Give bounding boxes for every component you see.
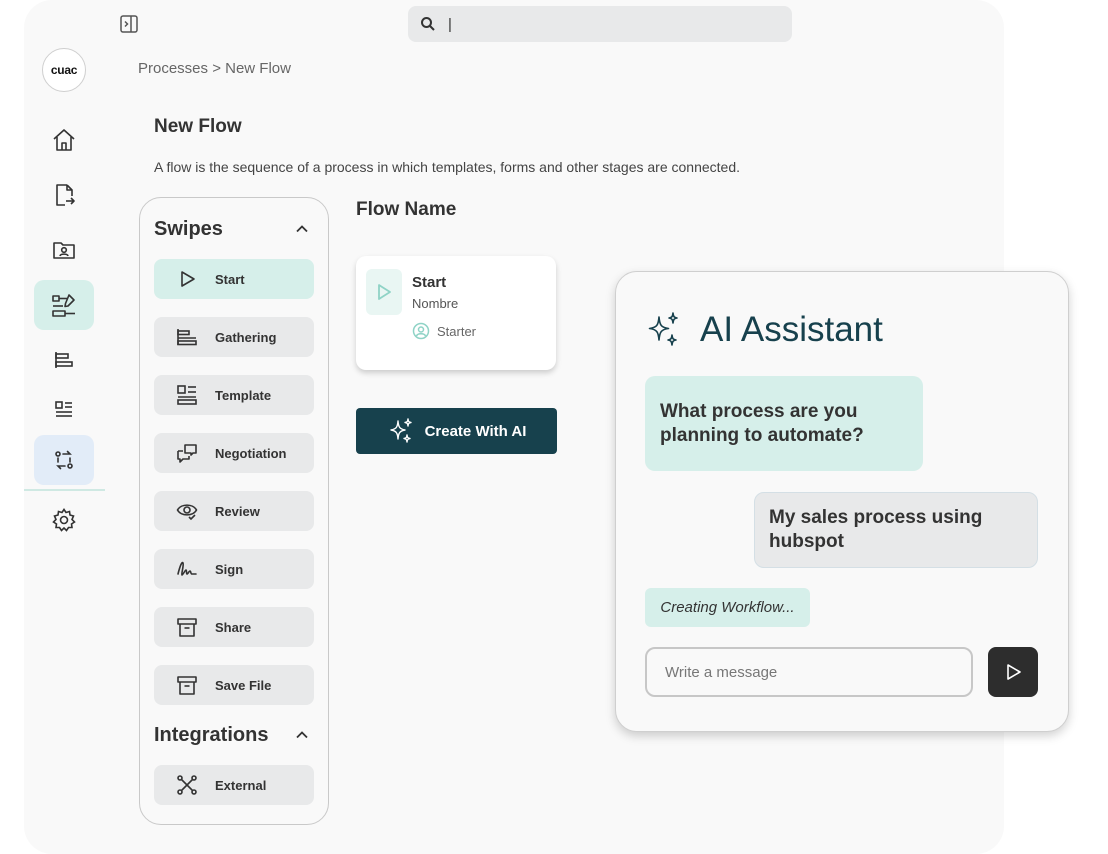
start-node-card[interactable]: Start Nombre Starter bbox=[356, 256, 556, 370]
play-icon bbox=[366, 269, 402, 315]
start-node-title: Start bbox=[412, 274, 447, 291]
folder-user-icon bbox=[51, 237, 77, 263]
start-node-role: Starter bbox=[437, 324, 477, 339]
sparkles-icon bbox=[645, 311, 683, 349]
gear-icon bbox=[51, 507, 77, 533]
ai-assistant-title: AI Assistant bbox=[700, 310, 883, 349]
signature-icon bbox=[176, 558, 198, 580]
align-left-icon bbox=[176, 326, 198, 348]
template-list-icon bbox=[53, 399, 75, 421]
archive-icon bbox=[176, 616, 198, 638]
search-input[interactable] bbox=[446, 14, 770, 34]
swipe-label: Gathering bbox=[215, 329, 277, 345]
swipe-label: Negotiation bbox=[215, 445, 287, 461]
flow-name-label[interactable]: Flow Name bbox=[356, 199, 456, 221]
breadcrumb[interactable]: Processes > New Flow bbox=[138, 60, 291, 77]
create-with-ai-label: Create With AI bbox=[424, 422, 527, 440]
search-icon bbox=[420, 16, 436, 32]
swipe-label: Sign bbox=[215, 561, 244, 577]
start-node-subtitle: Nombre bbox=[412, 296, 459, 311]
sidebar-item-gathering[interactable] bbox=[34, 335, 94, 385]
assistant-message: What process are you planning to automat… bbox=[645, 376, 923, 471]
swipe-gathering-button[interactable]: Gathering bbox=[154, 317, 314, 357]
swipe-label: Template bbox=[215, 387, 272, 403]
archive-icon bbox=[176, 674, 198, 696]
sidebar-item-settings[interactable] bbox=[34, 495, 94, 545]
create-with-ai-button[interactable]: Create With AI bbox=[356, 408, 557, 454]
swipe-sign-button[interactable]: Sign bbox=[154, 549, 314, 589]
swipe-label: Review bbox=[215, 503, 260, 519]
integrations-title: Integrations bbox=[154, 724, 269, 746]
nav-divider bbox=[24, 489, 105, 491]
message-input[interactable] bbox=[645, 647, 973, 697]
network-icon bbox=[176, 774, 198, 796]
page-description: A flow is the sequence of a process in w… bbox=[154, 159, 740, 175]
user-circle-icon bbox=[412, 322, 430, 340]
align-left-icon bbox=[53, 349, 75, 371]
chat-icon bbox=[176, 442, 198, 464]
template-icon bbox=[176, 384, 198, 406]
flow-builder-icon bbox=[50, 291, 78, 319]
swipe-start-button[interactable]: Start bbox=[154, 259, 314, 299]
integration-external-button[interactable]: External bbox=[154, 765, 314, 805]
status-badge: Creating Workflow... bbox=[645, 588, 810, 627]
play-icon bbox=[176, 268, 198, 290]
swipe-share-button[interactable]: Share bbox=[154, 607, 314, 647]
sidebar-item-home[interactable] bbox=[34, 115, 94, 165]
swipe-label: Save File bbox=[215, 677, 272, 693]
sidebar-toggle-icon[interactable] bbox=[119, 14, 139, 34]
sparkles-icon bbox=[387, 417, 415, 445]
swipes-title: Swipes bbox=[154, 218, 223, 240]
swipe-template-button[interactable]: Template bbox=[154, 375, 314, 415]
swipe-review-button[interactable]: Review bbox=[154, 491, 314, 531]
chevron-up-icon[interactable] bbox=[294, 221, 310, 237]
sidebar-item-flows[interactable] bbox=[34, 280, 94, 330]
sidebar-item-documents[interactable] bbox=[34, 170, 94, 220]
logo: cuac bbox=[42, 48, 86, 92]
file-export-icon bbox=[51, 182, 77, 208]
swipe-save-file-button[interactable]: Save File bbox=[154, 665, 314, 705]
integration-label: External bbox=[215, 777, 267, 793]
sidebar-item-folders[interactable] bbox=[34, 225, 94, 275]
sidebar-item-templates[interactable] bbox=[34, 385, 94, 435]
chevron-up-icon[interactable] bbox=[294, 727, 310, 743]
page-title: New Flow bbox=[154, 116, 242, 137]
convert-icon bbox=[52, 448, 76, 472]
user-message: My sales process using hubspot bbox=[754, 492, 1038, 568]
swipe-negotiation-button[interactable]: Negotiation bbox=[154, 433, 314, 473]
sidebar-item-convert[interactable] bbox=[34, 435, 94, 485]
swipe-label: Start bbox=[215, 271, 245, 287]
home-icon bbox=[51, 127, 77, 153]
swipe-label: Share bbox=[215, 619, 252, 635]
eye-icon bbox=[176, 500, 198, 522]
search-bar[interactable] bbox=[408, 6, 792, 42]
send-icon bbox=[1003, 662, 1023, 682]
send-button[interactable] bbox=[988, 647, 1038, 697]
